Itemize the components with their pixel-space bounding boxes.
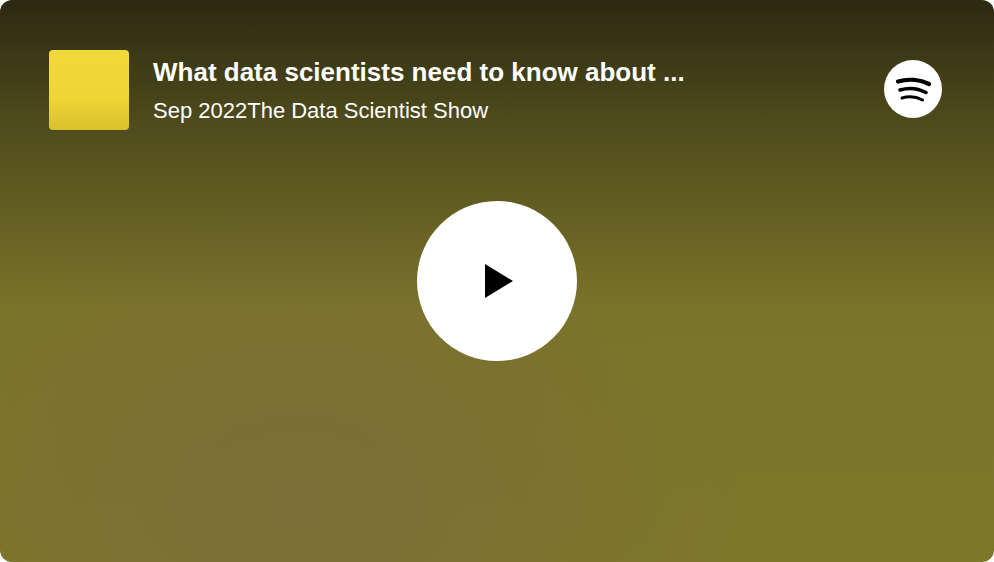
cover-artwork[interactable] bbox=[49, 50, 129, 130]
show-name[interactable]: The Data Scientist Show bbox=[247, 97, 488, 125]
episode-subtitle: Sep 2022The Data Scientist Show bbox=[153, 97, 860, 125]
podcast-player: What data scientists need to know about … bbox=[0, 0, 994, 562]
play-icon bbox=[477, 261, 517, 301]
episode-title[interactable]: What data scientists need to know about … bbox=[153, 55, 860, 89]
spotify-logo-icon[interactable] bbox=[884, 60, 942, 118]
episode-meta: What data scientists need to know about … bbox=[153, 55, 860, 125]
player-header: What data scientists need to know about … bbox=[0, 0, 994, 130]
play-button[interactable] bbox=[417, 201, 577, 361]
episode-date: Sep 2022 bbox=[153, 97, 247, 125]
